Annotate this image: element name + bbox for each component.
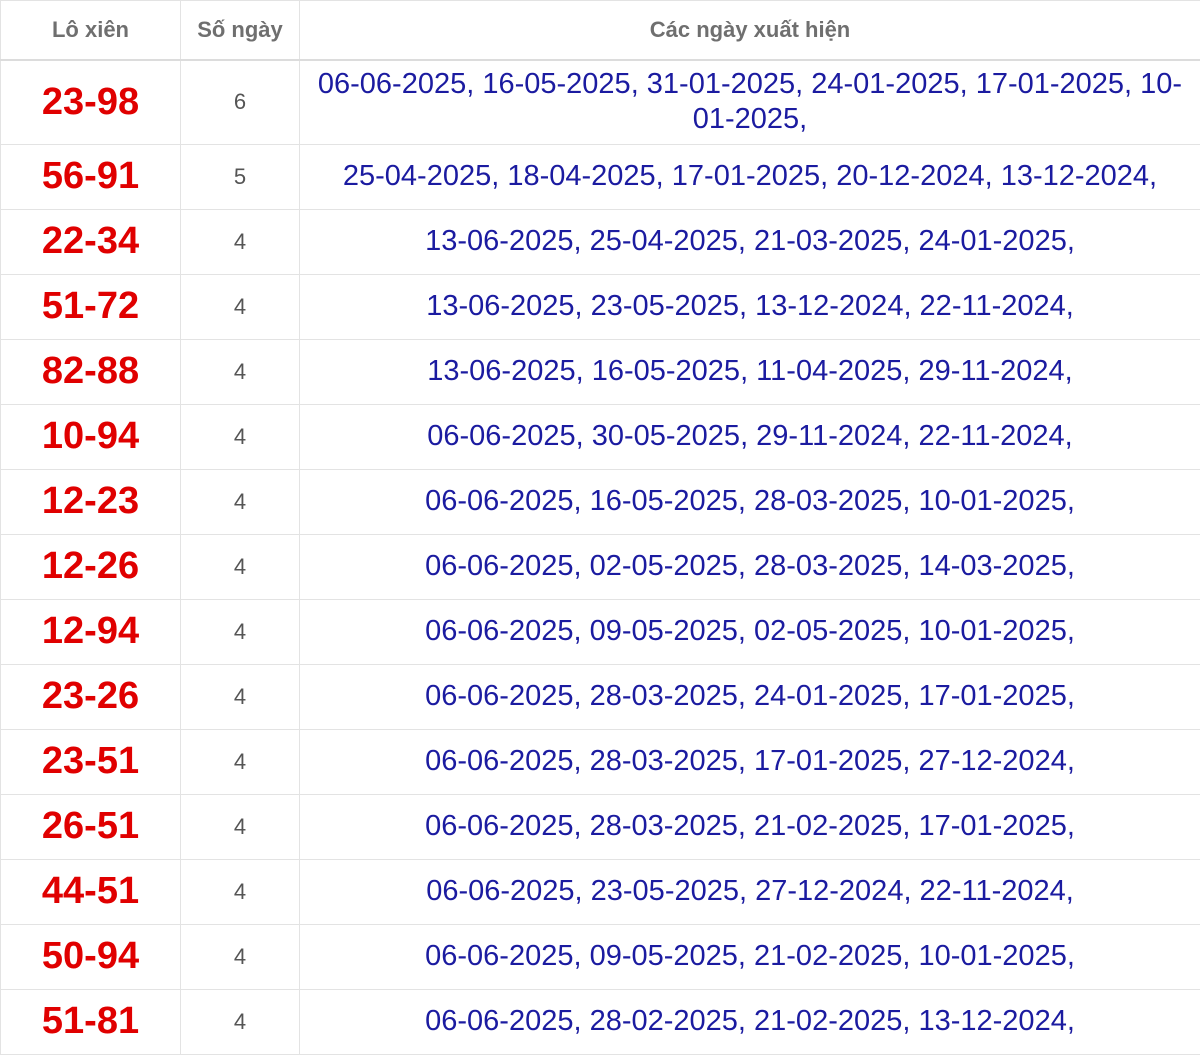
dates-cell: 06-06-2025, 28-03-2025, 17-01-2025, 27-1…	[299, 728, 1200, 795]
table-row: 23-98 6 06-06-2025, 16-05-2025, 31-01-20…	[0, 59, 1200, 145]
header-pair: Lô xiên	[0, 0, 181, 61]
table-row: 26-51 4 06-06-2025, 28-03-2025, 21-02-20…	[0, 793, 1200, 860]
count-cell: 4	[180, 663, 300, 730]
pair-cell: 50-94	[0, 923, 181, 990]
table-row: 50-94 4 06-06-2025, 09-05-2025, 21-02-20…	[0, 923, 1200, 990]
pair-cell: 12-23	[0, 468, 181, 535]
count-cell: 4	[180, 468, 300, 535]
dates-cell: 06-06-2025, 23-05-2025, 27-12-2024, 22-1…	[299, 858, 1200, 925]
dates-cell: 06-06-2025, 28-03-2025, 21-02-2025, 17-0…	[299, 793, 1200, 860]
count-cell: 4	[180, 598, 300, 665]
pair-cell: 51-72	[0, 273, 181, 340]
pair-cell: 26-51	[0, 793, 181, 860]
table-body: 23-98 6 06-06-2025, 16-05-2025, 31-01-20…	[0, 59, 1200, 1055]
table-row: 23-26 4 06-06-2025, 28-03-2025, 24-01-20…	[0, 663, 1200, 730]
dates-cell: 13-06-2025, 16-05-2025, 11-04-2025, 29-1…	[299, 338, 1200, 405]
header-count: Số ngày	[180, 0, 300, 61]
dates-cell: 13-06-2025, 25-04-2025, 21-03-2025, 24-0…	[299, 208, 1200, 275]
pair-cell: 12-94	[0, 598, 181, 665]
count-cell: 4	[180, 858, 300, 925]
table-row: 22-34 4 13-06-2025, 25-04-2025, 21-03-20…	[0, 208, 1200, 275]
count-cell: 4	[180, 338, 300, 405]
dates-cell: 06-06-2025, 02-05-2025, 28-03-2025, 14-0…	[299, 533, 1200, 600]
table-row: 82-88 4 13-06-2025, 16-05-2025, 11-04-20…	[0, 338, 1200, 405]
table-row: 12-26 4 06-06-2025, 02-05-2025, 28-03-20…	[0, 533, 1200, 600]
pair-cell: 44-51	[0, 858, 181, 925]
dates-cell: 06-06-2025, 16-05-2025, 31-01-2025, 24-0…	[299, 59, 1200, 145]
table-row: 12-94 4 06-06-2025, 09-05-2025, 02-05-20…	[0, 598, 1200, 665]
pair-cell: 56-91	[0, 143, 181, 210]
header-row: Lô xiên Số ngày Các ngày xuất hiện	[0, 0, 1200, 61]
count-cell: 4	[180, 403, 300, 470]
pair-cell: 12-26	[0, 533, 181, 600]
table-row: 51-81 4 06-06-2025, 28-02-2025, 21-02-20…	[0, 988, 1200, 1055]
lo-xien-table: Lô xiên Số ngày Các ngày xuất hiện 23-98…	[0, 0, 1200, 1055]
table-row: 56-91 5 25-04-2025, 18-04-2025, 17-01-20…	[0, 143, 1200, 210]
dates-cell: 06-06-2025, 28-02-2025, 21-02-2025, 13-1…	[299, 988, 1200, 1055]
pair-cell: 51-81	[0, 988, 181, 1055]
pair-cell: 23-26	[0, 663, 181, 730]
header-dates: Các ngày xuất hiện	[299, 0, 1200, 61]
pair-cell: 23-98	[0, 59, 181, 145]
count-cell: 4	[180, 208, 300, 275]
pair-cell: 23-51	[0, 728, 181, 795]
pair-cell: 22-34	[0, 208, 181, 275]
table-row: 10-94 4 06-06-2025, 30-05-2025, 29-11-20…	[0, 403, 1200, 470]
dates-cell: 06-06-2025, 30-05-2025, 29-11-2024, 22-1…	[299, 403, 1200, 470]
count-cell: 4	[180, 533, 300, 600]
dates-cell: 06-06-2025, 09-05-2025, 21-02-2025, 10-0…	[299, 923, 1200, 990]
count-cell: 4	[180, 273, 300, 340]
dates-cell: 13-06-2025, 23-05-2025, 13-12-2024, 22-1…	[299, 273, 1200, 340]
dates-cell: 25-04-2025, 18-04-2025, 17-01-2025, 20-1…	[299, 143, 1200, 210]
dates-cell: 06-06-2025, 09-05-2025, 02-05-2025, 10-0…	[299, 598, 1200, 665]
table-row: 12-23 4 06-06-2025, 16-05-2025, 28-03-20…	[0, 468, 1200, 535]
count-cell: 4	[180, 988, 300, 1055]
table-row: 51-72 4 13-06-2025, 23-05-2025, 13-12-20…	[0, 273, 1200, 340]
table-header: Lô xiên Số ngày Các ngày xuất hiện	[0, 0, 1200, 61]
count-cell: 6	[180, 59, 300, 145]
count-cell: 5	[180, 143, 300, 210]
table-row: 44-51 4 06-06-2025, 23-05-2025, 27-12-20…	[0, 858, 1200, 925]
dates-cell: 06-06-2025, 28-03-2025, 24-01-2025, 17-0…	[299, 663, 1200, 730]
pair-cell: 10-94	[0, 403, 181, 470]
count-cell: 4	[180, 923, 300, 990]
dates-cell: 06-06-2025, 16-05-2025, 28-03-2025, 10-0…	[299, 468, 1200, 535]
count-cell: 4	[180, 728, 300, 795]
table-row: 23-51 4 06-06-2025, 28-03-2025, 17-01-20…	[0, 728, 1200, 795]
pair-cell: 82-88	[0, 338, 181, 405]
count-cell: 4	[180, 793, 300, 860]
